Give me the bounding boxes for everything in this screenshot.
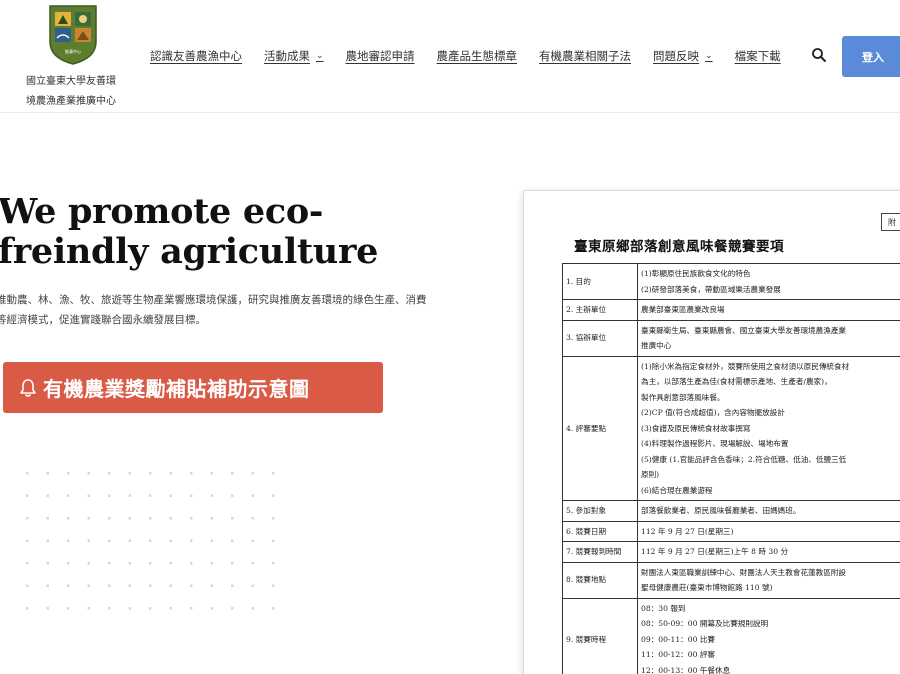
table-row: 5. 參加對象 部落餐飲業者、原民風味餐廳業者、田媽媽班。	[562, 500, 900, 522]
table-cell-value: 臺東縣衛生局、臺東縣農會、國立臺東大學友善環境農漁產業 推廣中心	[637, 319, 900, 357]
search-icon[interactable]	[810, 46, 828, 64]
university-emblem-icon[interactable]: 推廣中心	[46, 2, 100, 66]
table-cell-key: 4. 評審要點	[562, 355, 638, 501]
table-cell-line: 臺東縣衛生局、臺東縣農會、國立臺東大學友善環境農漁產業	[641, 325, 847, 335]
table-cell-line: 09：00-11：00 比賽	[641, 634, 716, 644]
nav-label: 活動成果	[264, 49, 310, 63]
document-table: 1. 目的 (1)彰顯原住民族飲食文化的特色 (2)研發部落美食，帶動區域樂活農業發…	[562, 263, 900, 674]
table-cell-line: (3)食譜及原民傳統食材故事撰寫	[641, 423, 751, 433]
nav-item-about[interactable]: 認識友善農漁中心	[150, 48, 242, 64]
table-cell-line: 農業部臺東區農業改良場	[641, 305, 725, 314]
table-cell-key: 7. 競賽報到時間	[562, 541, 638, 563]
site-name-line1: 國立臺東大學友善環	[26, 76, 116, 87]
table-row: 9. 競賽時程 08：30 報到 08：50-09：00 開幕及比賽規則說明 09：0…	[562, 597, 900, 674]
table-cell-value: 農業部臺東區農業改良場	[637, 299, 900, 321]
table-cell-line: (1)彰顯原住民族飲食文化的特色	[641, 269, 751, 278]
table-row: 6. 競賽日期 112 年 9 月 27 日(星期三)	[562, 520, 900, 542]
table-cell-key: 8. 競賽地點	[562, 561, 638, 599]
table-cell-key: 5. 參加對象	[562, 500, 638, 522]
table-cell-key: 2. 主辦單位	[562, 299, 638, 321]
nav-item-eco-label[interactable]: 農產品生態標章	[437, 48, 518, 64]
table-cell-line: 聖母健康農莊(臺東市博物館路 110 號)	[641, 583, 773, 592]
table-cell-line: 製作具創意部落風味餐。	[641, 392, 725, 402]
chevron-down-icon: ⌄	[316, 51, 324, 61]
site-header: 推廣中心 國立臺東大學友善環 境農漁產業推廣中心 認識友善農漁中心 活動成果 ⌄ …	[0, 0, 900, 113]
table-cell-value: 112 年 9 月 27 日(星期三)上午 8 時 30 分	[637, 541, 900, 563]
table-cell-line: (4)料理製作過程影片、現場解說、場地布置	[641, 439, 789, 448]
table-cell-key: 6. 競賽日期	[562, 520, 638, 542]
nav-item-activities[interactable]: 活動成果 ⌄	[264, 48, 324, 64]
table-cell-line: (2)CP 值(符合成超值)，含內容物擺放設計	[641, 408, 785, 417]
table-cell-line: 部落餐飲業者、原民風味餐廳業者、田媽媽班。	[641, 506, 801, 515]
table-row: 7. 競賽報到時間 112 年 9 月 27 日(星期三)上午 8 時 30 分	[562, 541, 900, 563]
table-cell-value: (1)彰顯原住民族飲食文化的特色 (2)研發部落美食，帶動區域樂活農業發展	[637, 263, 900, 300]
nav-label: 認識友善農漁中心	[150, 49, 242, 63]
site-name[interactable]: 國立臺東大學友善環 境農漁產業推廣中心	[26, 72, 136, 112]
chevron-down-icon: ⌄	[705, 51, 713, 61]
competition-document-image[interactable]: 附 臺東原鄉部落創意風味餐競賽要項 1. 目的 (1)彰顯原住民族飲食文化的特色(…	[523, 190, 900, 674]
bell-icon	[20, 378, 36, 397]
nav-label: 檔案下載	[734, 49, 781, 63]
nav-item-regulations[interactable]: 有機農業相關子法	[539, 48, 631, 64]
table-cell-key: 3. 協辦單位	[562, 319, 638, 357]
nav-label: 有機農業相關子法	[539, 49, 632, 63]
table-cell-value: 08：30 報到 08：50-09：00 開幕及比賽規則說明 09：00-11：00…	[637, 597, 900, 674]
table-row: 3. 協辦單位 臺東縣衛生局、臺東縣農會、國立臺東大學友善環境農漁產業 推廣中心	[562, 319, 900, 357]
table-cell-line: (1)除小米為指定食材外，競賽所使用之食材須以原民傳統食材	[641, 361, 850, 371]
svg-text:推廣中心: 推廣中心	[65, 48, 81, 54]
login-button[interactable]: 登入	[842, 36, 900, 77]
table-cell-value: 財團法人東區職業訓練中心、財團法人天主教會花蓮教區附設 聖母健康農莊(臺東市博物館…	[637, 561, 900, 599]
table-row: 4. 評審要點 (1)除小米為指定食材外，競賽所使用之食材須以原民傳統食材 為主，…	[562, 355, 900, 501]
table-cell-value: (1)除小米為指定食材外，競賽所使用之食材須以原民傳統食材 為主，以部落生產為佳…	[637, 355, 900, 501]
nav-item-farmland-review[interactable]: 農地審認申請	[346, 48, 415, 64]
table-cell-line: 為主，以部落生產為佳(食材需標示產地、生產者/農家)，	[641, 377, 832, 386]
table-cell-line: 112 年 9 月 27 日(星期三)	[641, 526, 734, 536]
table-row: 2. 主辦單位 農業部臺東區農業改良場	[562, 299, 900, 321]
table-row: 8. 競賽地點 財團法人東區職業訓練中心、財團法人天主教會花蓮教區附設 聖母健康農莊…	[562, 561, 900, 599]
hero-title: We promote eco-freindly agriculture	[0, 191, 379, 272]
table-cell-line: (5)健康 (1.官能品評含色香味；2.符合低糖、低油、低鹽三低	[641, 454, 847, 464]
table-row: 1. 目的 (1)彰顯原住民族飲食文化的特色 (2)研發部落美食，帶動區域樂活農業發…	[562, 263, 900, 300]
table-cell-value: 部落餐飲業者、原民風味餐廳業者、田媽媽班。	[637, 500, 900, 522]
decorative-dot-grid	[17, 462, 277, 622]
subsidy-diagram-label: 有機農業獎勵補貼補助示意圖	[43, 377, 310, 401]
table-cell-line: 11：00-12：00 評審	[641, 650, 716, 659]
table-cell-line: (6)結合現在農業遊程	[641, 485, 713, 495]
nav-label: 農地審認申請	[345, 49, 415, 63]
table-cell-line: 08：30 報到	[641, 603, 686, 613]
site-name-line2: 境農漁產業推廣中心	[26, 96, 116, 107]
table-cell-key: 1. 目的	[562, 263, 638, 300]
table-cell-line: 08：50-09：00 開幕及比賽規則說明	[641, 619, 769, 628]
subsidy-diagram-button[interactable]: 有機農業獎勵補貼補助示意圖	[3, 362, 383, 413]
main-nav: 認識友善農漁中心 活動成果 ⌄ 農地審認申請 農產品生態標章 有機農業相關子法 問…	[150, 46, 803, 66]
table-cell-line: 12：00-13：00 午餐休息	[641, 665, 731, 674]
document-tag: 附	[881, 213, 900, 231]
table-cell-line: 財團法人東區職業訓練中心、財團法人天主教會花蓮教區附設	[641, 567, 847, 577]
nav-label: 問題反映	[653, 49, 700, 63]
table-cell-value: 112 年 9 月 27 日(星期三)	[637, 520, 900, 542]
table-cell-line: 原則)	[641, 470, 660, 479]
nav-item-feedback[interactable]: 問題反映 ⌄	[653, 48, 713, 64]
document-title: 臺東原鄉部落創意風味餐競賽要項	[574, 239, 784, 255]
table-cell-line: (2)研發部落美食，帶動區域樂活農業發展	[641, 284, 781, 294]
table-cell-line: 推廣中心	[641, 341, 672, 350]
table-cell-line: 112 年 9 月 27 日(星期三)上午 8 時 30 分	[641, 547, 789, 556]
hero-description: 推動農、林、漁、牧、旅遊等生物產業響應環境保護，研究與推廣友善環境的綠色生產、消…	[0, 294, 427, 326]
table-cell-key: 9. 競賽時程	[562, 597, 638, 674]
nav-item-downloads[interactable]: 檔案下載	[735, 48, 781, 64]
nav-label: 農產品生態標章	[436, 49, 518, 63]
